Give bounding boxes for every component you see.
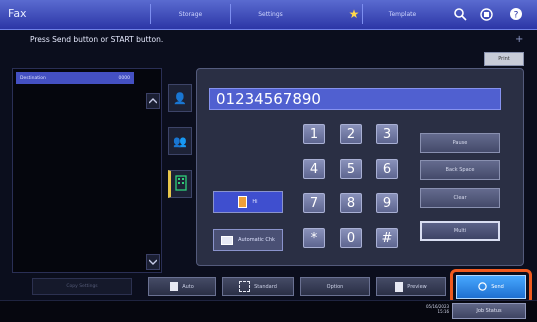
svg-text:?: ? [514, 11, 519, 21]
display-icon [221, 235, 234, 245]
auto-button[interactable]: Auto [148, 277, 216, 296]
keypad-icon [175, 174, 187, 194]
time-text: 15:16 [437, 309, 450, 314]
auto-check-label: Automatic Chk [238, 237, 275, 243]
group-button[interactable]: 👥 [168, 127, 192, 155]
scanner-icon [170, 282, 179, 291]
home-icon[interactable] [476, 4, 496, 24]
standard-button[interactable]: Standard [222, 277, 294, 296]
key-6[interactable]: 6 [376, 159, 398, 179]
key-star[interactable]: * [303, 228, 325, 248]
hi-mode-button[interactable]: Hi [213, 191, 283, 213]
backspace-button[interactable]: Back Space [420, 160, 500, 180]
keypad-entry-button[interactable] [168, 170, 192, 198]
group-icon: 👥 [173, 134, 187, 148]
send-button[interactable]: Send [456, 275, 526, 299]
key-8[interactable]: 8 [340, 193, 362, 213]
preview-icon [395, 281, 404, 292]
destination-count: 0000 [118, 75, 130, 81]
key-9[interactable]: 9 [376, 193, 398, 213]
tab-template[interactable]: Template [362, 4, 442, 24]
auto-label: Auto [182, 283, 194, 290]
pause-button[interactable]: Pause [420, 133, 500, 153]
key-4[interactable]: 4 [303, 159, 325, 179]
auto-check-button[interactable]: Automatic Chk [213, 229, 283, 251]
scroll-up-button[interactable] [146, 93, 160, 109]
destination-header[interactable]: Destination 0000 [16, 72, 134, 84]
key-3[interactable]: 3 [376, 124, 398, 144]
help-icon[interactable]: ? [506, 4, 526, 24]
scroll-down-button[interactable] [146, 254, 160, 270]
standard-label: Standard [254, 283, 277, 290]
multi-button[interactable]: Multi [420, 221, 500, 241]
send-icon [478, 281, 487, 293]
address-book-button[interactable]: 👤 [168, 84, 192, 112]
hi-mode-label: Hi [252, 199, 258, 205]
resolution-icon [239, 281, 251, 292]
clear-button[interactable]: Clear [420, 188, 500, 208]
tab-settings[interactable]: Settings [230, 4, 310, 24]
key-5[interactable]: 5 [340, 159, 362, 179]
document-icon [238, 196, 248, 208]
star-icon[interactable]: ★ [344, 4, 364, 24]
person-icon: 👤 [173, 91, 187, 105]
key-hash[interactable]: # [376, 228, 398, 248]
job-status-button[interactable]: Job Status [452, 303, 526, 319]
tab-storage[interactable]: Storage [150, 4, 230, 24]
plus-icon: + [515, 34, 524, 45]
instruction-message: Press Send button or START button. [30, 35, 164, 44]
copy-settings-button[interactable]: Copy Settings [32, 278, 132, 295]
option-button[interactable]: Option [300, 277, 370, 296]
clock: 05/16/2023 15:16 [426, 304, 449, 314]
send-label: Send [491, 284, 504, 290]
destination-list [12, 68, 162, 273]
preview-button[interactable]: Preview [376, 277, 446, 296]
app-title: Fax [8, 7, 27, 20]
print-button[interactable]: Print [484, 52, 524, 66]
key-2[interactable]: 2 [340, 124, 362, 144]
preview-label: Preview [407, 283, 427, 290]
key-0[interactable]: 0 [340, 228, 362, 248]
fax-number-field[interactable]: 01234567890 [209, 88, 501, 110]
destination-label: Destination [20, 75, 46, 81]
search-icon[interactable] [450, 4, 470, 24]
key-1[interactable]: 1 [303, 124, 325, 144]
key-7[interactable]: 7 [303, 193, 325, 213]
